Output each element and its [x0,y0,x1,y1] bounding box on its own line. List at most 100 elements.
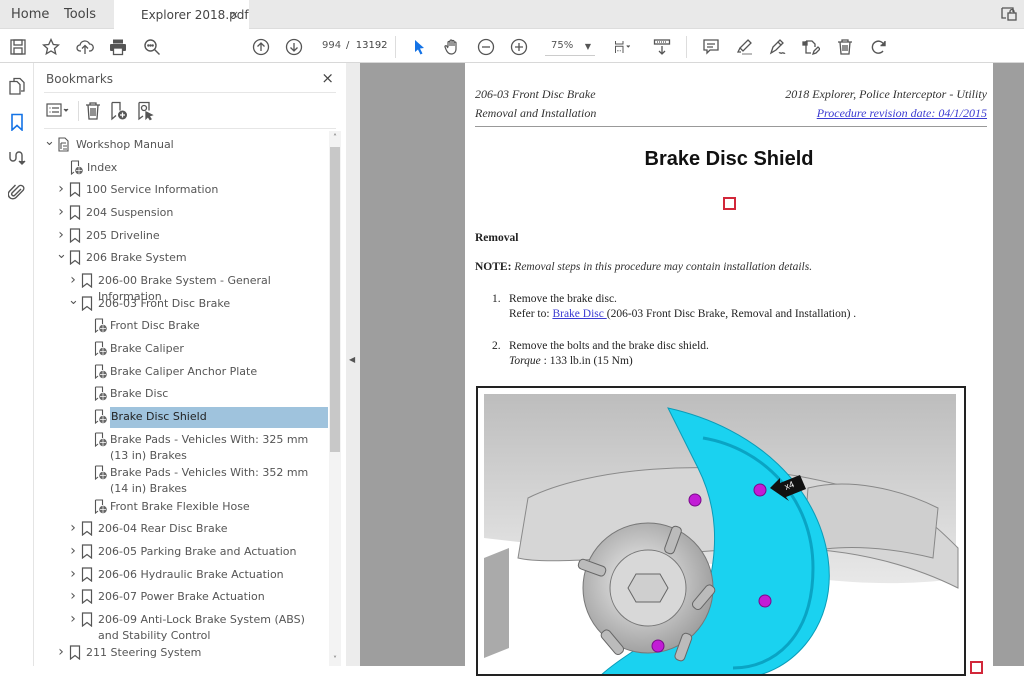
header-rule [475,126,987,127]
step-number: 1. [492,293,501,305]
bookmark-from-selection-icon[interactable] [136,101,156,121]
share-icon[interactable] [1000,6,1018,22]
header-section: 206-03 Front Disc Brake [475,87,596,101]
bookmark-options-button[interactable] [46,101,72,121]
broken-image-marker [723,197,736,210]
chevron-right-icon[interactable]: › [68,521,78,536]
bookmark-tree: ⌄ Workshop Manual Index › 100 Service Inform… [34,131,330,661]
chevron-right-icon[interactable]: › [68,612,78,627]
panel-divider [44,128,336,129]
page-separator: / [346,40,350,51]
page-up-icon[interactable] [251,37,271,57]
bookmark-label: 204 Suspension [86,206,174,219]
panel-splitter[interactable]: ◀ [346,63,360,666]
bookmark-label: 206-06 Hydraulic Brake Actuation [98,568,284,581]
scroll-up-icon[interactable]: ˄ [329,133,341,142]
bookmarks-panel-icon[interactable] [8,113,26,132]
new-bookmark-icon[interactable] [109,101,129,121]
bookmark-label: Brake Disc Shield [110,407,328,428]
highlight-icon[interactable] [734,37,754,57]
sign-icon[interactable] [767,37,787,57]
torque-label: Torque [509,355,541,367]
delete-bookmark-icon[interactable] [84,101,102,121]
chevron-right-icon[interactable]: › [68,589,78,604]
torque-value: : 133 lb.in (15 Nm) [540,355,633,367]
tools-tab[interactable]: Tools [64,7,96,22]
scrollbar-thumb[interactable] [330,147,340,452]
web-bookmark-icon [94,409,108,425]
upload-cloud-icon[interactable] [75,37,95,57]
bookmark-label: 206 Brake System [86,251,187,264]
web-bookmark-icon [94,341,108,357]
page-total-value: 13192 [355,40,388,51]
bookmark-label: 206-03 Front Disc Brake [98,297,231,310]
chevron-right-icon[interactable]: › [68,544,78,559]
chevron-right-icon[interactable]: › [56,205,66,220]
bookmark-label: Front Brake Flexible Hose [110,500,250,513]
bookmarks-panel: Bookmarks × ⌄ Workshop Manual Index › 100 Se… [34,63,346,666]
refer-suffix: (206-03 Front Disc Brake, Removal and In… [606,308,857,320]
bookmark-icon [81,296,93,312]
comment-icon[interactable] [701,37,721,57]
order-tags-icon[interactable] [8,149,26,167]
broken-image-marker [970,661,983,674]
rotate-icon[interactable] [868,37,888,57]
chevron-down-icon[interactable]: ⌄ [44,135,55,148]
chevron-down-icon[interactable]: ⌄ [56,248,67,261]
bookmark-label: Index [87,161,118,174]
brake-shield-illustration: x4 [484,394,959,674]
web-bookmark-icon [94,318,108,334]
close-tab-icon[interactable]: × [230,8,239,21]
brake-disc-link[interactable]: Brake Disc [552,308,606,320]
chevron-right-icon[interactable]: › [68,567,78,582]
chevron-right-icon[interactable]: › [56,645,66,660]
document-tree-icon [57,137,71,152]
revision-date-link[interactable]: Procedure revision date: 04/1/2015 [817,106,987,120]
attachments-icon[interactable] [7,183,26,201]
bookmark-star-icon[interactable] [41,37,61,57]
toolbar-divider [395,36,396,58]
scroll-down-icon[interactable]: ˅ [329,655,341,664]
web-bookmark-icon [94,432,108,448]
zoom-in-icon[interactable] [509,37,529,57]
chevron-right-icon[interactable]: › [56,182,66,197]
page-number-input[interactable]: 994 [322,40,341,51]
main-toolbar: 994 / 13192 75% ▼ [0,29,1024,63]
bookmark-label: Brake Caliper Anchor Plate [110,365,258,378]
chevron-right-icon[interactable]: › [56,228,66,243]
delete-icon[interactable] [835,37,855,57]
bookmarks-scrollbar[interactable]: ˄ ˅ [329,131,341,666]
bookmark-label: Brake Pads - Vehicles With: 325 mm (13 i… [110,433,309,462]
step-instruction: Remove the brake disc. [509,293,617,305]
scroll-mode-icon[interactable] [652,37,672,57]
bookmark-icon [69,182,81,198]
zoom-level-select[interactable]: 75% ▼ [545,38,595,56]
document-tab[interactable]: Explorer 2018.pdf × [114,0,249,29]
chevron-down-icon[interactable]: ⌄ [68,294,79,307]
zoom-out-icon[interactable] [476,37,496,57]
search-zoom-icon[interactable] [142,37,162,57]
step-instruction: Remove the bolts and the brake disc shie… [509,340,709,352]
hand-icon[interactable] [442,37,462,57]
save-icon[interactable] [8,37,28,57]
page-thumbnails-icon[interactable] [8,77,26,95]
bookmark-icon [69,645,81,661]
bookmark-label: Brake Disc [110,387,169,400]
print-icon[interactable] [108,37,128,57]
chevron-down-icon: ▼ [584,42,591,51]
bookmark-icon [69,228,81,244]
fill-sign-icon[interactable] [801,37,821,57]
refer-prefix: Refer to: [509,308,553,320]
document-viewer[interactable]: 206-03 Front Disc Brake Removal and Inst… [360,63,1024,676]
collapse-panel-icon[interactable]: ◀ [349,355,355,364]
page-down-icon[interactable] [284,37,304,57]
panel-divider [44,92,336,93]
select-cursor-icon[interactable] [409,37,429,57]
home-tab[interactable]: Home [11,7,49,22]
bookmark-icon [81,589,93,605]
chevron-right-icon[interactable]: › [68,273,78,288]
close-panel-icon[interactable]: × [321,69,334,87]
fit-page-icon[interactable] [610,37,636,57]
procedure-illustration: x4 [476,386,966,676]
header-vehicle: 2018 Explorer, Police Interceptor - Util… [785,87,987,101]
